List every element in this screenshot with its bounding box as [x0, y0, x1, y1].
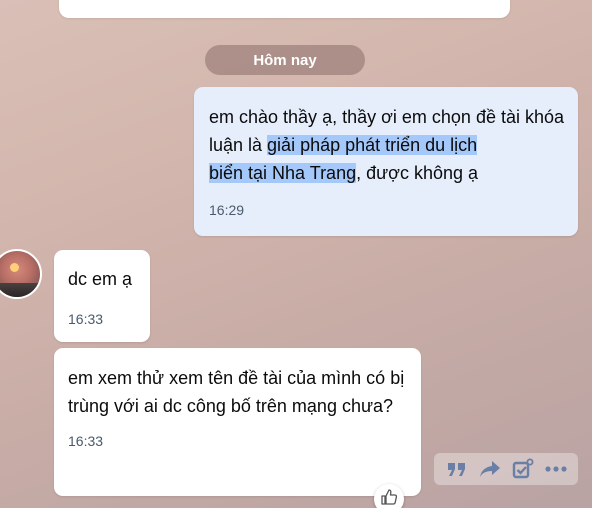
thumbs-up-icon: [380, 488, 398, 508]
date-separator: Hôm nay: [205, 45, 365, 75]
selected-text: biển tại Nha Trang: [209, 163, 357, 183]
task-icon[interactable]: [510, 456, 536, 482]
message-text: em xem thử xem tên đề tài của mình có bị…: [68, 368, 405, 416]
more-icon[interactable]: [543, 456, 569, 482]
avatar[interactable]: [0, 249, 42, 299]
avatar-ground: [0, 283, 40, 297]
received-message-bubble[interactable]: dc em ạ 16:33: [54, 250, 150, 342]
message-time: 16:29: [209, 202, 245, 218]
received-message-bubble[interactable]: em xem thử xem tên đề tài của mình có bị…: [54, 348, 421, 496]
message-time: 16:33: [68, 311, 104, 327]
message-text-part: , được không ạ: [356, 163, 479, 183]
react-button[interactable]: [374, 484, 404, 508]
forward-icon[interactable]: [477, 456, 503, 482]
avatar-sun: [10, 263, 19, 272]
selected-text: giải pháp phát triển du lịch: [267, 135, 478, 155]
sent-message-bubble[interactable]: em chào thầy ạ, thầy ơi em chọn đề tài k…: [194, 87, 578, 236]
message-action-toolbar: [434, 453, 578, 485]
date-separator-label: Hôm nay: [253, 51, 317, 69]
quote-icon[interactable]: [444, 456, 470, 482]
message-text: em chào thầy ạ, thầy ơi em chọn đề tài k…: [209, 103, 564, 187]
message-text: dc em ạ: [68, 269, 133, 289]
message-time: 16:33: [68, 433, 104, 449]
previous-message-bubble[interactable]: [59, 0, 510, 18]
